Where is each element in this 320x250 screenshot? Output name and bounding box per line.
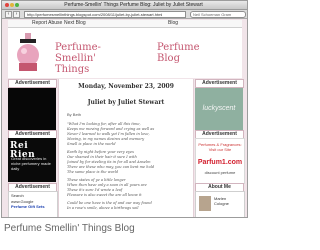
ad-header-left-1: Advertisement [8,79,57,88]
google-line-3[interactable]: Perfume Gift Sets [9,204,57,209]
post-title[interactable]: Juliet by Juliet Stewart [59,99,193,106]
reirien-ad[interactable]: Rei Rien Great discoveries in niche perf… [8,138,56,182]
blog-title-right: Perfume Blog [157,42,200,64]
post-body: "What I'm looking for, after all this ti… [67,122,187,211]
next-blog-link[interactable]: Next Blog [64,20,86,27]
image-caption: Perfume Smellin' Things Blog [4,223,135,234]
url-field[interactable]: http://perfumesmellinthings.blogspot.com… [24,11,186,18]
left-sidebar: Advertisement Advertisement Rei Rien Gre… [8,79,58,217]
parfum1-ad[interactable]: Perfumes & Fragrances: Visit our Site Pa… [195,138,245,184]
blog-header: Perfume- Smellin' Things Perfume Blog [8,28,242,78]
post-area: Monday, November 23, 2009 Juliet by Juli… [58,79,194,217]
blog-title-left[interactable]: Perfume- Smellin' Things [55,42,117,75]
google-ad-box[interactable]: Search www.Google Perfume Gift Sets [8,191,58,217]
luckyscent-ad[interactable]: luckyscent [195,88,243,131]
right-sidebar: Advertisement luckyscent Advertisement P… [195,79,245,217]
perfume-bottle-logo [17,33,39,71]
address-toolbar: ‹ › http://perfumesmellinthings.blogspot… [2,10,247,19]
back-icon[interactable]: ‹ [5,11,12,18]
zoom-button[interactable] [15,3,19,7]
blogger-navbar: Report Abuse Next Blog Blog [8,20,242,28]
reirien-text: Great discoveries in niche perfumery mad… [11,156,51,171]
about-me-box: Marlen Cologne [195,191,245,217]
search-field[interactable]: Neil Schoeman Gram [190,11,246,18]
black-ad-banner[interactable] [8,88,56,131]
blog-button[interactable]: Blog [168,20,178,27]
window-title: Perfume-Smellin' Things Perfume Blog: Ju… [64,2,203,8]
avatar[interactable] [199,196,211,211]
post-author: By Beth [67,112,82,117]
luckyscent-logo: luckyscent [202,105,236,112]
page-content: Advertisement Advertisement Rei Rien Gre… [8,79,245,217]
google-line-1: Search [11,193,24,198]
minimize-button[interactable] [10,3,14,7]
poem-line: In a rose's smile, above a birthrags soi… [67,206,139,210]
parfum1-brand: Parfum1.com [197,159,243,166]
ad-header-right-1: Advertisement [195,79,244,88]
about-name[interactable]: Marlen Cologne [214,196,229,206]
post-date: Monday, November 23, 2009 [78,83,174,90]
parfum1-text: Perfumes & Fragrances: Visit our Site [198,142,242,152]
forward-icon[interactable]: › [13,11,20,18]
close-button[interactable] [5,3,9,7]
report-abuse-link[interactable]: Report Abuse [32,20,62,27]
browser-window: Perfume-Smellin' Things Perfume Blog: Ju… [1,0,248,218]
title-bar: Perfume-Smellin' Things Perfume Blog: Ju… [2,1,247,10]
parfum1-sub: discount perfume [204,170,236,175]
